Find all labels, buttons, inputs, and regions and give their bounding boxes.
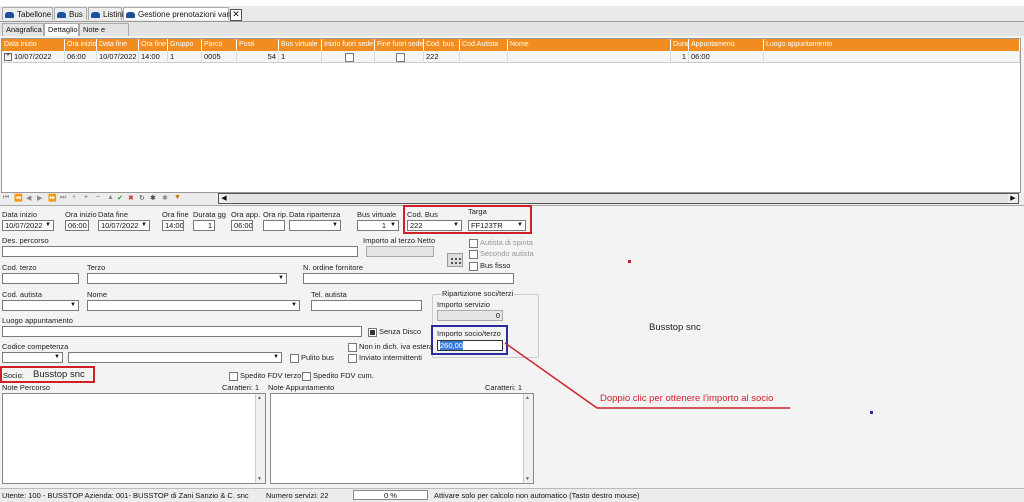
progress-bar: 0 % — [353, 490, 428, 500]
annotation-text: Doppio clic per ottenere l'importo al so… — [600, 393, 774, 404]
status-utente: Utente: 100 - BUSSTOP Azienda: 001- BUSS… — [2, 491, 249, 500]
status-numero-servizi: Numero servizi: 22 — [266, 491, 329, 500]
status-bar: Utente: 100 - BUSSTOP Azienda: 001- BUSS… — [0, 488, 1024, 502]
status-hint: Attivare solo per calcolo non automatico… — [434, 491, 640, 500]
annotation-arrow — [504, 260, 873, 414]
